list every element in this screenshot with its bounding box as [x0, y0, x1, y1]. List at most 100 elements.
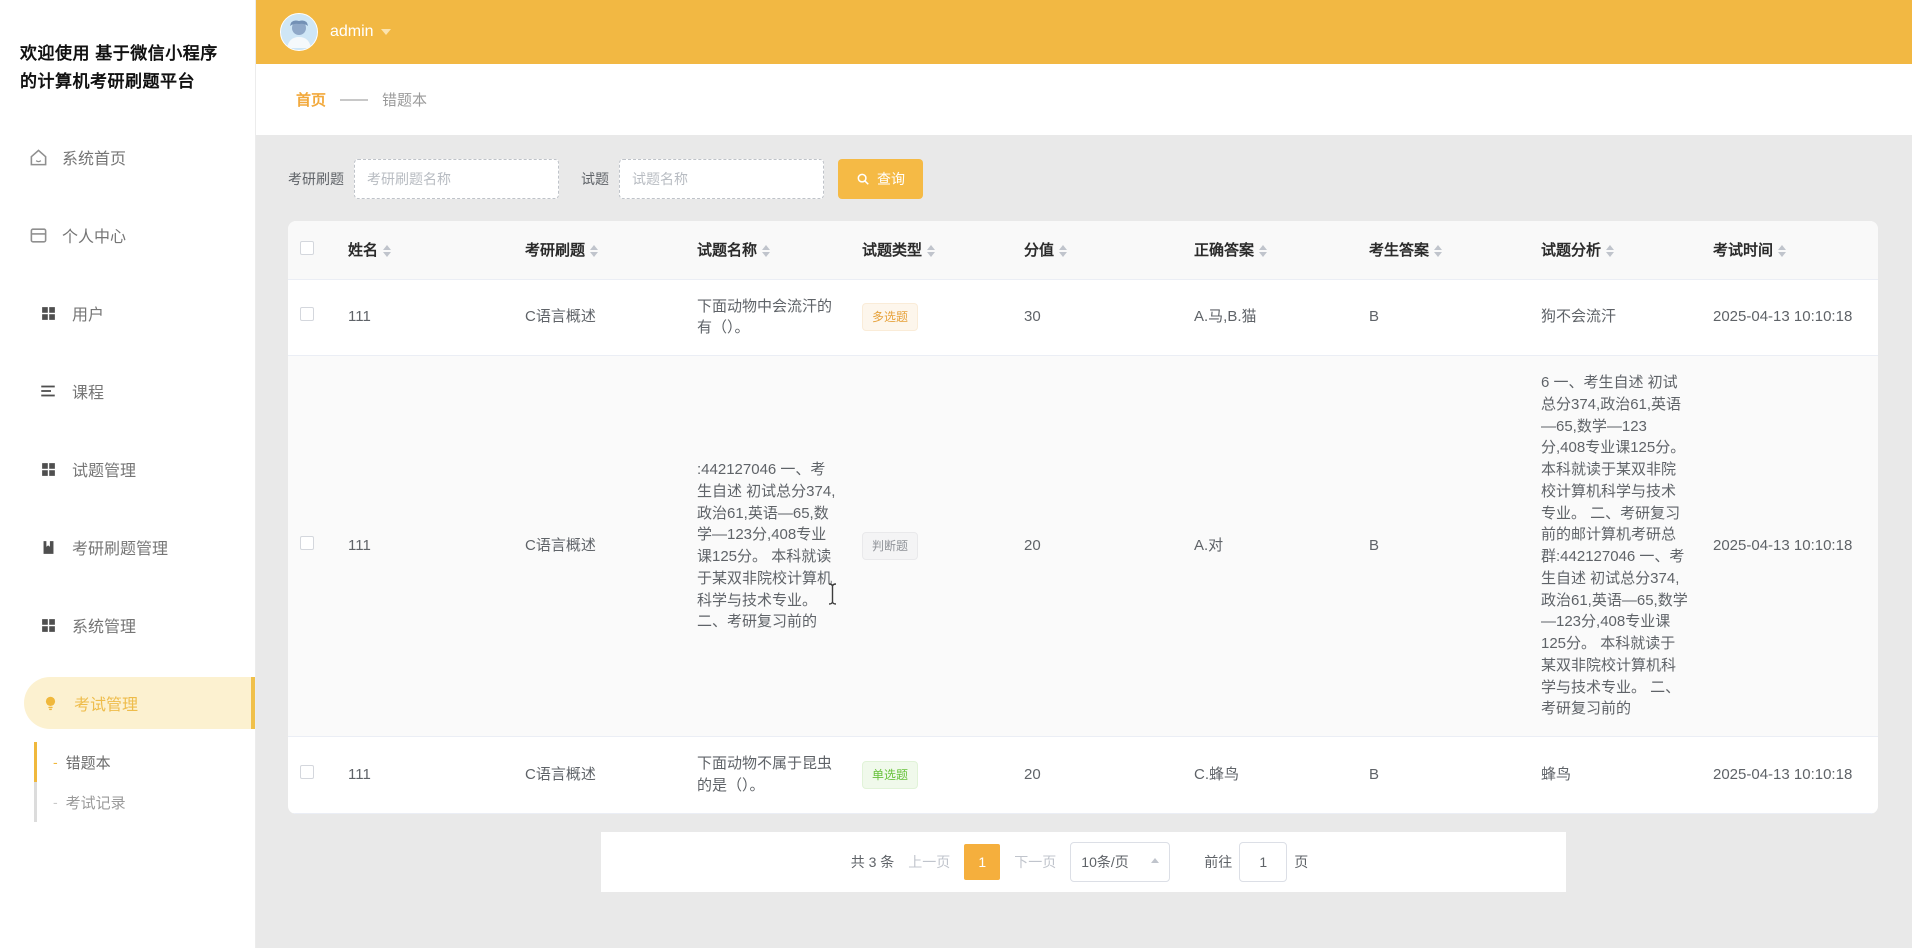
row-checkbox[interactable] [300, 536, 314, 550]
goto-page-suffix: 页 [1294, 852, 1308, 872]
sidebar-item-courses[interactable]: 课程 [0, 352, 255, 430]
sidebar-menu: 系统首页 个人中心 用户 课程 [0, 118, 255, 742]
sidebar-item-system-home[interactable]: 系统首页 [0, 118, 255, 196]
cell-question: 下面动物中会流汗的有（）。 [685, 279, 850, 356]
cell-name: 111 [336, 356, 513, 737]
column-header-type[interactable]: 试题类型 [850, 221, 1012, 279]
column-header-paper[interactable]: 考研刷题 [513, 221, 685, 279]
prev-page-button[interactable]: 上一页 [908, 852, 950, 872]
breadcrumb-home-link[interactable]: 首页 [296, 89, 326, 110]
type-badge: 判断题 [862, 532, 918, 560]
sidebar-item-label: 系统首页 [62, 145, 126, 169]
sidebar-item-label: 用户 [72, 301, 104, 325]
sort-icon[interactable] [1778, 245, 1786, 257]
sort-icon[interactable] [1259, 245, 1267, 257]
cell-correct: A.马,B.猫 [1182, 279, 1357, 356]
dash-marker: - [53, 794, 58, 810]
sidebar-item-label: 考试管理 [74, 691, 138, 715]
sidebar-item-exam-paper-management[interactable]: 考研刷题管理 [0, 508, 255, 586]
panel-icon [28, 225, 48, 245]
sidebar-item-exam-management[interactable]: 考试管理 [0, 664, 255, 742]
sidebar-item-personal-center[interactable]: 个人中心 [0, 196, 255, 274]
cell-score: 20 [1012, 356, 1182, 737]
cell-question: :442127046 一、考生自述 初试总分374,政治61,英语—65,数学—… [685, 356, 850, 737]
pagination: 共 3 条 上一页 1 下一页 10条/页 前往 页 [601, 832, 1566, 892]
username: admin [330, 23, 374, 41]
search-filter-row: 考研刷题 试题 查询 [288, 159, 1878, 199]
sort-icon[interactable] [590, 245, 598, 257]
cell-analysis: 蜂鸟 [1529, 737, 1701, 814]
content-area: 考研刷题 试题 查询 [256, 135, 1912, 948]
cell-question: 下面动物不属于昆虫的是（）。 [685, 737, 850, 814]
table-row: 111 C语言概述 下面动物中会流汗的有（）。 多选题 30 A.马,B.猫 B… [288, 279, 1878, 356]
sort-icon[interactable] [1059, 245, 1067, 257]
row-checkbox[interactable] [300, 765, 314, 779]
goto-page-group: 前往 页 [1197, 842, 1315, 882]
sidebar-item-users[interactable]: 用户 [0, 274, 255, 352]
query-button[interactable]: 查询 [838, 159, 923, 199]
column-header-score[interactable]: 分值 [1012, 221, 1182, 279]
column-header-time[interactable]: 考试时间 [1701, 221, 1878, 279]
sort-icon[interactable] [762, 245, 770, 257]
column-header-correct[interactable]: 正确答案 [1182, 221, 1357, 279]
filter-label-question: 试题 [581, 169, 609, 189]
sort-icon[interactable] [1606, 245, 1614, 257]
sidebar-item-label: 试题管理 [72, 457, 136, 481]
search-icon [856, 172, 870, 186]
page-size-select[interactable]: 10条/页 [1070, 842, 1170, 882]
page-number-1[interactable]: 1 [964, 844, 1000, 880]
sidebar-item-system-management[interactable]: 系统管理 [0, 586, 255, 664]
cell-time: 2025-04-13 10:10:18 [1701, 356, 1878, 737]
row-checkbox[interactable] [300, 307, 314, 321]
submenu-item-exam-records[interactable]: - 考试记录 [34, 782, 255, 822]
cell-answer: B [1357, 356, 1529, 737]
sort-icon[interactable] [383, 245, 391, 257]
column-header-analysis[interactable]: 试题分析 [1529, 221, 1701, 279]
sidebar-item-label: 个人中心 [62, 223, 126, 247]
avatar[interactable] [280, 13, 318, 51]
cell-score: 20 [1012, 737, 1182, 814]
column-header-answer[interactable]: 考生答案 [1357, 221, 1529, 279]
submenu-item-wrong-answer-book[interactable]: - 错题本 [34, 742, 255, 782]
cell-paper: C语言概述 [513, 356, 685, 737]
type-badge: 多选题 [862, 303, 918, 331]
cell-analysis: 6 一、考生自述 初试总分374,政治61,英语—65,数学—123分,408专… [1529, 356, 1701, 737]
filter-label-paper: 考研刷题 [288, 169, 344, 189]
cell-paper: C语言概述 [513, 737, 685, 814]
paper-name-input[interactable] [354, 159, 559, 199]
column-header-name[interactable]: 姓名 [336, 221, 513, 279]
sidebar: 欢迎使用 基于微信小程序的计算机考研刷题平台 系统首页 个人中心 用户 [0, 0, 256, 948]
notebook-icon [38, 537, 58, 557]
cell-answer: B [1357, 737, 1529, 814]
list-icon [38, 381, 58, 401]
breadcrumb: 首页 错题本 [256, 64, 1912, 135]
question-name-input[interactable] [619, 159, 824, 199]
sort-icon[interactable] [927, 245, 935, 257]
cell-paper: C语言概述 [513, 279, 685, 356]
next-page-button[interactable]: 下一页 [1014, 852, 1056, 872]
grid-icon [38, 303, 58, 323]
goto-label: 前往 [1204, 852, 1232, 872]
type-badge: 单选题 [862, 761, 918, 789]
sidebar-item-label: 考研刷题管理 [72, 535, 168, 559]
chevron-down-icon [381, 29, 391, 35]
pagination-wrapper: 共 3 条 上一页 1 下一页 10条/页 前往 页 [288, 814, 1878, 892]
active-menu-pill: 考试管理 [24, 677, 255, 729]
cell-score: 30 [1012, 279, 1182, 356]
select-all-checkbox[interactable] [300, 241, 314, 255]
sidebar-item-label: 系统管理 [72, 613, 136, 637]
table-row: 111 C语言概述 :442127046 一、考生自述 初试总分374,政治61… [288, 356, 1878, 737]
grid-icon [38, 459, 58, 479]
goto-page-input[interactable] [1239, 842, 1287, 882]
column-header-question[interactable]: 试题名称 [685, 221, 850, 279]
main-column: admin 首页 错题本 考研刷题 试题 [256, 0, 1912, 948]
breadcrumb-separator [340, 99, 368, 101]
sidebar-item-question-management[interactable]: 试题管理 [0, 430, 255, 508]
app-window: 欢迎使用 基于微信小程序的计算机考研刷题平台 系统首页 个人中心 用户 [0, 0, 1912, 948]
cell-correct: C.蜂鸟 [1182, 737, 1357, 814]
home-icon [28, 147, 48, 167]
user-dropdown[interactable]: admin [330, 23, 391, 41]
cell-correct: A.对 [1182, 356, 1357, 737]
breadcrumb-current: 错题本 [382, 89, 427, 110]
sort-icon[interactable] [1434, 245, 1442, 257]
